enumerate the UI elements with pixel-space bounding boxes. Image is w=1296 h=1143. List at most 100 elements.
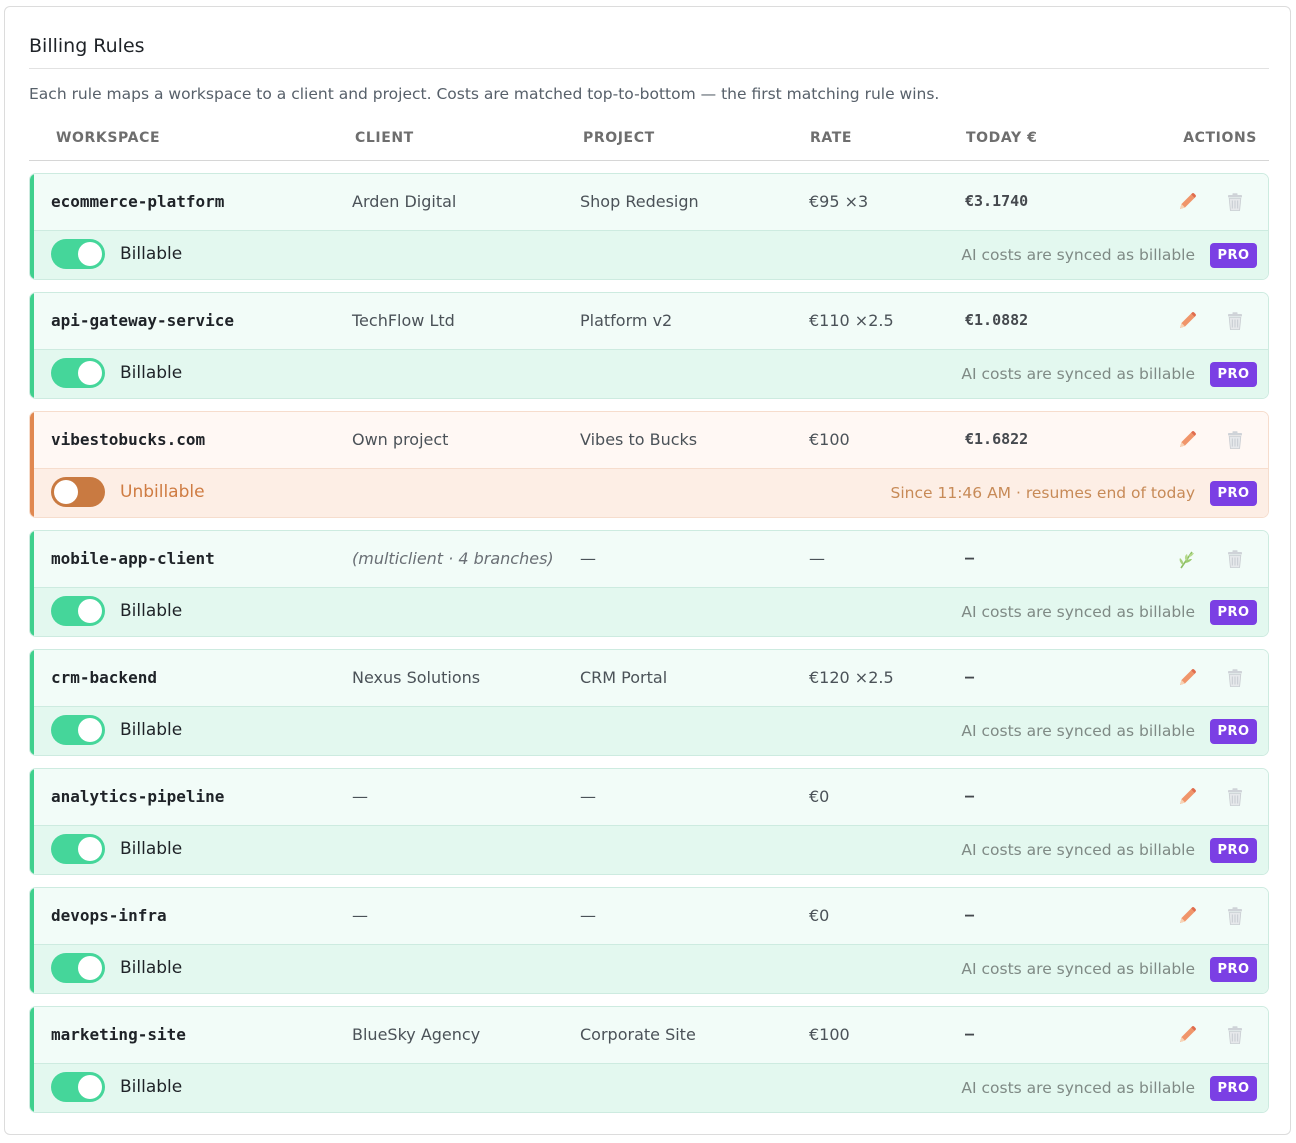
edit-button[interactable] <box>1176 1024 1198 1046</box>
rule-card: marketing-site BlueSky Agency Corporate … <box>29 1006 1269 1113</box>
rule-project: Shop Redesign <box>580 192 699 211</box>
column-header-client: CLIENT <box>355 130 414 146</box>
rule-today-cost: – <box>965 549 975 567</box>
rule-client: Arden Digital <box>352 192 457 211</box>
edit-button[interactable] <box>1176 310 1198 332</box>
rule-today-cost: – <box>965 1025 975 1043</box>
trash-icon <box>1228 1026 1242 1044</box>
rule-workspace: analytics-pipeline <box>51 787 225 806</box>
rule-rate: €0 <box>809 787 830 806</box>
delete-button[interactable] <box>1224 905 1246 927</box>
rule-client: Nexus Solutions <box>352 668 481 687</box>
trash-icon <box>1228 669 1242 687</box>
rule-accent-bar <box>30 1007 34 1112</box>
delete-button[interactable] <box>1224 548 1246 570</box>
rule-today-cost: – <box>965 906 975 924</box>
rule-main-row: vibestobucks.com Own project Vibes to Bu… <box>30 412 1268 469</box>
rule-workspace: vibestobucks.com <box>51 430 206 449</box>
pro-badge: PRO <box>1210 838 1257 863</box>
pro-badge: PRO <box>1210 243 1257 268</box>
rule-workspace: api-gateway-service <box>51 311 235 330</box>
rule-billing-row: Unbillable Since 11:46 AM · resumes end … <box>30 469 1268 517</box>
rule-billing-row: Billable AI costs are synced as billable… <box>30 350 1268 398</box>
rule-today-cost: €1.6822 <box>965 430 1029 448</box>
table-header: WORKSPACE CLIENT PROJECT RATE TODAY € AC… <box>29 127 1269 161</box>
rule-rate: €100 <box>809 430 850 449</box>
edit-button[interactable] <box>1176 905 1198 927</box>
delete-button[interactable] <box>1224 310 1246 332</box>
rule-project: — <box>580 787 596 806</box>
edit-button[interactable] <box>1176 429 1198 451</box>
edit-button[interactable] <box>1176 786 1198 808</box>
delete-button[interactable] <box>1224 786 1246 808</box>
rule-accent-bar <box>30 650 34 755</box>
billable-toggle[interactable] <box>51 358 105 388</box>
branch-icon <box>1179 551 1194 569</box>
billing-note: AI costs are synced as billable <box>961 1079 1195 1097</box>
delete-button[interactable] <box>1224 191 1246 213</box>
rule-billing-row: Billable AI costs are synced as billable… <box>30 231 1268 279</box>
rule-billing-row: Billable AI costs are synced as billable… <box>30 826 1268 874</box>
rule-card: devops-infra — — €0 – Billable AI costs … <box>29 887 1269 994</box>
column-header-actions: ACTIONS <box>1183 130 1257 146</box>
toggle-knob <box>78 1075 102 1099</box>
billing-note: Since 11:46 AM · resumes end of today <box>890 484 1195 502</box>
billing-rules-panel: Billing Rules Each rule maps a workspace… <box>4 6 1291 1135</box>
rule-project: — <box>580 906 596 925</box>
billable-toggle[interactable] <box>51 834 105 864</box>
billable-state-label: Billable <box>120 601 183 621</box>
edit-button[interactable] <box>1176 667 1198 689</box>
rule-main-row: crm-backend Nexus Solutions CRM Portal €… <box>30 650 1268 707</box>
billable-state-label: Billable <box>120 363 183 383</box>
rule-today-cost: – <box>965 668 975 686</box>
rule-card: crm-backend Nexus Solutions CRM Portal €… <box>29 649 1269 756</box>
trash-icon <box>1228 193 1242 211</box>
rule-workspace: devops-infra <box>51 906 167 925</box>
rule-project: CRM Portal <box>580 668 668 687</box>
pencil-icon <box>1180 907 1196 923</box>
pencil-icon <box>1180 669 1196 685</box>
rule-billing-row: Billable AI costs are synced as billable… <box>30 945 1268 993</box>
billable-toggle[interactable] <box>51 1072 105 1102</box>
pro-badge: PRO <box>1210 481 1257 506</box>
panel-title: Billing Rules <box>29 35 145 57</box>
rule-accent-bar <box>30 293 34 398</box>
trash-icon <box>1228 788 1242 806</box>
billable-toggle[interactable] <box>51 953 105 983</box>
toggle-knob <box>54 480 78 504</box>
delete-button[interactable] <box>1224 667 1246 689</box>
edit-button[interactable] <box>1176 548 1198 570</box>
billable-toggle[interactable] <box>51 477 105 507</box>
delete-button[interactable] <box>1224 1024 1246 1046</box>
billable-toggle[interactable] <box>51 715 105 745</box>
trash-icon <box>1228 312 1242 330</box>
pro-badge: PRO <box>1210 362 1257 387</box>
rule-project: Platform v2 <box>580 311 673 330</box>
rule-today-cost: €3.1740 <box>965 192 1029 210</box>
billable-state-label: Billable <box>120 839 183 859</box>
rule-client: BlueSky Agency <box>352 1025 481 1044</box>
billing-note: AI costs are synced as billable <box>961 960 1195 978</box>
rule-billing-row: Billable AI costs are synced as billable… <box>30 1064 1268 1112</box>
rule-rate: €95 ×3 <box>809 192 869 211</box>
trash-icon <box>1228 550 1242 568</box>
rule-card: ecommerce-platform Arden Digital Shop Re… <box>29 173 1269 280</box>
rule-accent-bar <box>30 531 34 636</box>
rule-client: — <box>352 787 368 806</box>
rule-project: Corporate Site <box>580 1025 696 1044</box>
toggle-knob <box>78 242 102 266</box>
title-divider <box>29 68 1269 69</box>
trash-icon <box>1228 431 1242 449</box>
rule-accent-bar <box>30 888 34 993</box>
rule-main-row: mobile-app-client (multiclient · 4 branc… <box>30 531 1268 588</box>
billable-toggle[interactable] <box>51 239 105 269</box>
edit-button[interactable] <box>1176 191 1198 213</box>
rule-client: Own project <box>352 430 449 449</box>
delete-button[interactable] <box>1224 429 1246 451</box>
rule-client: — <box>352 906 368 925</box>
billable-toggle[interactable] <box>51 596 105 626</box>
rule-card: api-gateway-service TechFlow Ltd Platfor… <box>29 292 1269 399</box>
column-header-rate: RATE <box>810 130 853 146</box>
rule-main-row: devops-infra — — €0 – <box>30 888 1268 945</box>
rule-billing-row: Billable AI costs are synced as billable… <box>30 588 1268 636</box>
